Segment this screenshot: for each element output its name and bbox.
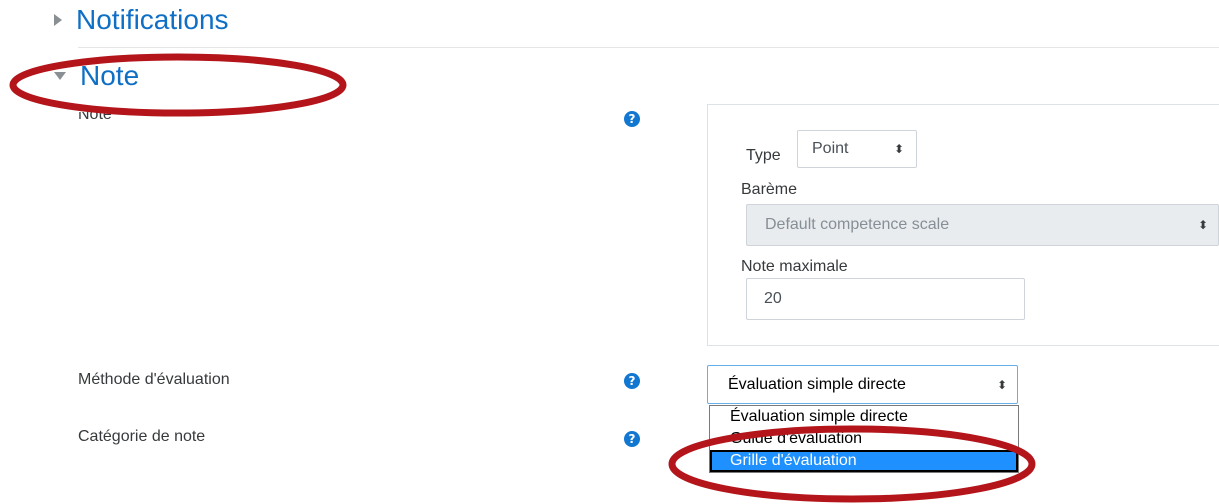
select-arrows-icon: ⬍	[893, 142, 904, 156]
grading-method-label: Méthode d'évaluation	[78, 371, 230, 388]
dropdown-option-grille[interactable]: Grille d'évaluation	[710, 450, 1018, 472]
grading-method-help-icon[interactable]: ?	[624, 373, 640, 389]
section-notifications-title: Notifications	[76, 4, 229, 35]
grade-category-label: Catégorie de note	[78, 428, 206, 445]
select-arrows-icon: ⬍	[1197, 218, 1208, 232]
section-notifications-toggle[interactable]: Notifications	[54, 4, 229, 36]
bareme-select: Default competence scale ⬍	[746, 204, 1219, 246]
note-field-label: Note	[78, 106, 112, 123]
type-select-value: Point	[812, 140, 849, 157]
note-maximale-label: Note maximale	[741, 258, 848, 275]
settings-page: Notifications Note Note ? Type Point ⬍ B…	[0, 0, 1219, 504]
dropdown-option-guide[interactable]: Guide d'évaluation	[710, 428, 1018, 450]
grading-method-select[interactable]: Évaluation simple directe ⬍	[707, 365, 1018, 404]
type-label: Type	[746, 147, 781, 164]
section-note-toggle[interactable]: Note	[54, 60, 139, 92]
section-note-title: Note	[80, 60, 140, 91]
dropdown-option-simple-directe[interactable]: Évaluation simple directe	[710, 406, 1018, 428]
select-arrows-icon: ⬍	[996, 377, 1007, 392]
bareme-label: Barème	[741, 181, 798, 198]
type-select[interactable]: Point ⬍	[797, 130, 917, 168]
grade-category-help-icon[interactable]: ?	[624, 431, 640, 447]
grading-method-dropdown: Évaluation simple directe Guide d'évalua…	[709, 405, 1019, 473]
caret-down-icon	[54, 72, 66, 80]
section-divider	[78, 47, 1219, 48]
bareme-select-value: Default competence scale	[765, 216, 950, 233]
caret-right-icon	[54, 14, 62, 26]
grading-method-select-value: Évaluation simple directe	[728, 375, 906, 393]
note-help-icon[interactable]: ?	[624, 111, 640, 127]
note-maximale-input[interactable]: 20	[746, 278, 1025, 320]
